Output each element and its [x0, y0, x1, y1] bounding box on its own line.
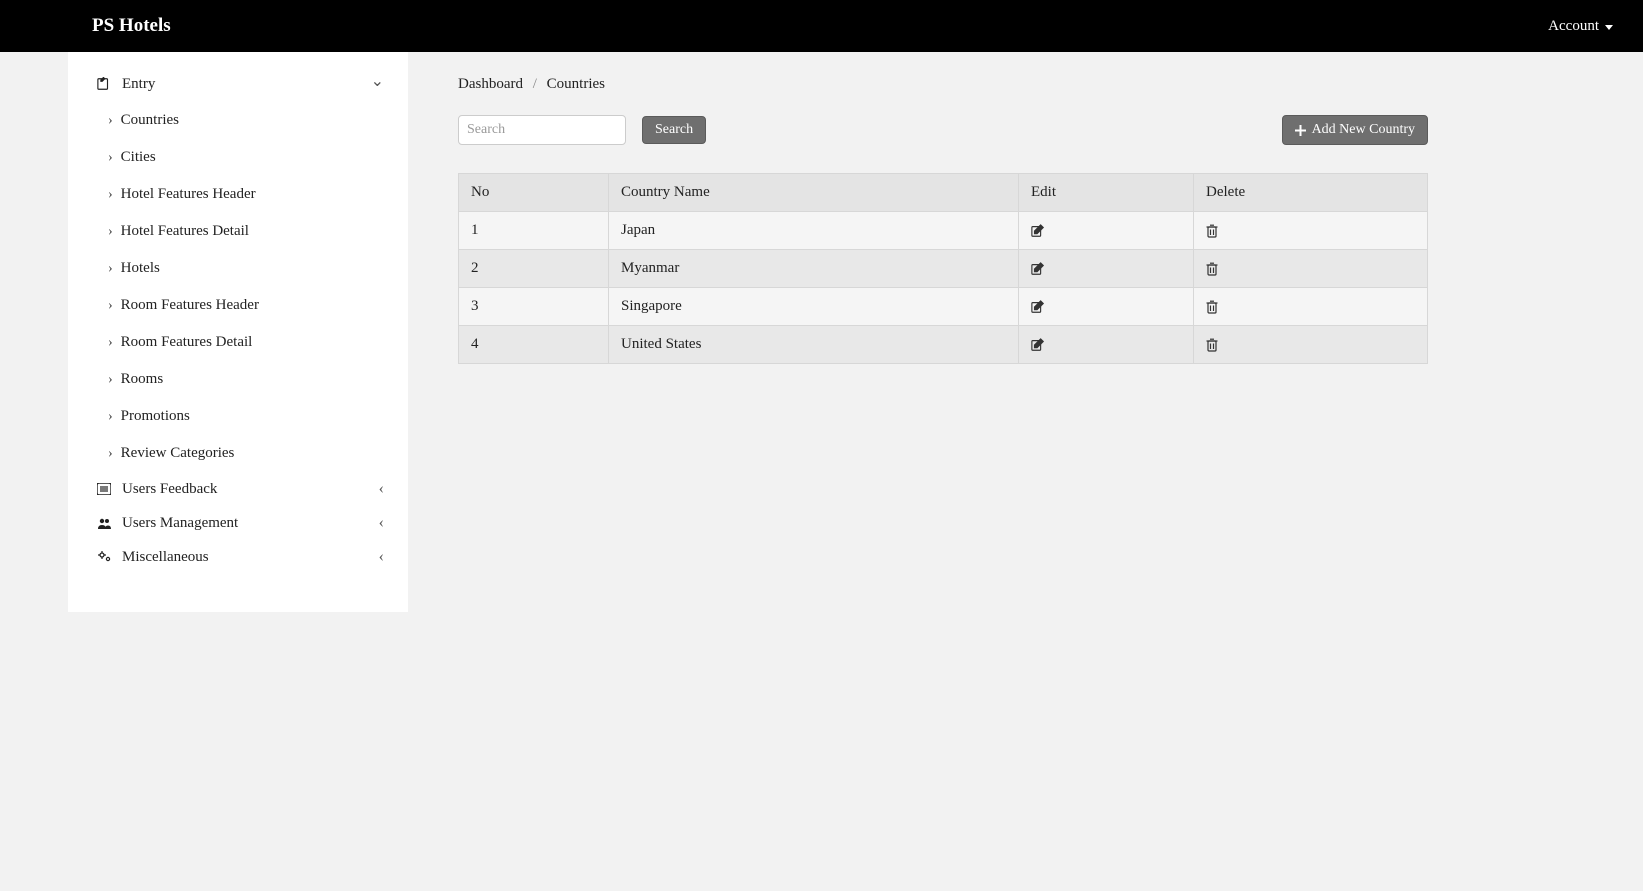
sidebar-subitem-label: Rooms: [121, 371, 164, 388]
chevron-right-icon: [108, 372, 113, 388]
delete-row-button[interactable]: [1206, 338, 1415, 352]
sidebar-subitem-label: Countries: [121, 112, 179, 129]
sidebar-item-miscellaneous[interactable]: Miscellaneous: [68, 540, 408, 574]
sidebar-subitem-promotions[interactable]: Promotions: [68, 398, 408, 435]
sidebar-misc-label: Miscellaneous: [122, 549, 209, 566]
table-row: 1Japan: [459, 212, 1428, 250]
cell-no: 4: [459, 326, 609, 364]
cell-no: 2: [459, 250, 609, 288]
delete-row-button[interactable]: [1206, 300, 1415, 314]
cell-country-name: Japan: [609, 212, 1019, 250]
sidebar: Entry Countries Cities Hotel Features Head…: [68, 52, 408, 612]
sidebar-feedback-label: Users Feedback: [122, 481, 217, 498]
sidebar-subitem-label: Review Categories: [121, 445, 235, 462]
sidebar-entry-label: Entry: [122, 76, 155, 93]
chevron-right-icon: [108, 187, 113, 203]
list-icon: [96, 483, 112, 495]
brand[interactable]: PS Hotels: [92, 15, 171, 37]
delete-row-button[interactable]: [1206, 224, 1415, 238]
delete-row-button[interactable]: [1206, 262, 1415, 276]
th-delete: Delete: [1194, 174, 1428, 212]
edit-row-button[interactable]: [1031, 338, 1181, 352]
sidebar-subitem-hotel-features-header[interactable]: Hotel Features Header: [68, 176, 408, 213]
sidebar-subitem-label: Hotels: [121, 260, 160, 277]
chevron-left-icon: [379, 514, 384, 532]
sidebar-subitem-label: Hotel Features Detail: [121, 223, 249, 240]
caret-down-icon: [1605, 25, 1613, 30]
th-edit: Edit: [1019, 174, 1194, 212]
chevron-right-icon: [108, 261, 113, 277]
sidebar-subitem-review-categories[interactable]: Review Categories: [68, 435, 408, 472]
table-row: 4United States: [459, 326, 1428, 364]
chevron-right-icon: [108, 335, 113, 351]
countries-table: No Country Name Edit Delete 1Japan2Myanm…: [458, 173, 1428, 364]
chevron-left-icon: [379, 480, 384, 498]
breadcrumb-separator: /: [527, 76, 543, 92]
breadcrumb-current: Countries: [547, 76, 605, 92]
add-country-label: Add New Country: [1312, 122, 1415, 138]
sidebar-subitem-label: Hotel Features Header: [121, 186, 256, 203]
add-country-button[interactable]: Add New Country: [1282, 115, 1428, 145]
table-row: 2Myanmar: [459, 250, 1428, 288]
edit-icon: [96, 77, 112, 91]
cell-country-name: Singapore: [609, 288, 1019, 326]
cogs-icon: [96, 550, 112, 564]
chevron-right-icon: [108, 409, 113, 425]
breadcrumb: Dashboard / Countries: [458, 76, 1428, 93]
chevron-right-icon: [108, 446, 113, 462]
edit-row-button[interactable]: [1031, 224, 1181, 238]
toolbar: Search Add New Country: [458, 115, 1428, 145]
sidebar-item-entry[interactable]: Entry: [68, 66, 408, 102]
chevron-left-icon: [379, 548, 384, 566]
account-dropdown[interactable]: Account: [1548, 18, 1613, 35]
navbar: PS Hotels Account: [0, 0, 1643, 52]
sidebar-item-users-management[interactable]: Users Management: [68, 506, 408, 540]
main-content: Dashboard / Countries Search Add New Cou…: [408, 52, 1468, 388]
chevron-right-icon: [108, 150, 113, 166]
cell-no: 3: [459, 288, 609, 326]
sidebar-subitem-cities[interactable]: Cities: [68, 139, 408, 176]
cell-country-name: United States: [609, 326, 1019, 364]
sidebar-entry-submenu: Countries Cities Hotel Features Header Hote…: [68, 102, 408, 472]
sidebar-item-users-feedback[interactable]: Users Feedback: [68, 472, 408, 506]
edit-row-button[interactable]: [1031, 300, 1181, 314]
table-row: 3Singapore: [459, 288, 1428, 326]
th-no: No: [459, 174, 609, 212]
sidebar-subitem-hotels[interactable]: Hotels: [68, 250, 408, 287]
plus-icon: [1295, 125, 1306, 136]
sidebar-subitem-room-features-header[interactable]: Room Features Header: [68, 287, 408, 324]
search-input[interactable]: [458, 115, 626, 145]
chevron-right-icon: [108, 298, 113, 314]
sidebar-subitem-room-features-detail[interactable]: Room Features Detail: [68, 324, 408, 361]
chevron-right-icon: [108, 224, 113, 240]
sidebar-subitem-label: Room Features Header: [121, 297, 259, 314]
edit-row-button[interactable]: [1031, 262, 1181, 276]
sidebar-subitem-label: Promotions: [121, 408, 190, 425]
sidebar-subitem-hotel-features-detail[interactable]: Hotel Features Detail: [68, 213, 408, 250]
cell-no: 1: [459, 212, 609, 250]
users-icon: [96, 517, 112, 529]
sidebar-users-mgmt-label: Users Management: [122, 515, 238, 532]
sidebar-subitem-label: Cities: [121, 149, 156, 166]
sidebar-subitem-label: Room Features Detail: [121, 334, 253, 351]
search-button[interactable]: Search: [642, 116, 706, 144]
account-label: Account: [1548, 18, 1599, 35]
chevron-down-icon: [371, 74, 384, 94]
sidebar-subitem-countries[interactable]: Countries: [68, 102, 408, 139]
breadcrumb-dashboard[interactable]: Dashboard: [458, 76, 523, 92]
sidebar-subitem-rooms[interactable]: Rooms: [68, 361, 408, 398]
th-name: Country Name: [609, 174, 1019, 212]
cell-country-name: Myanmar: [609, 250, 1019, 288]
chevron-right-icon: [108, 113, 113, 129]
